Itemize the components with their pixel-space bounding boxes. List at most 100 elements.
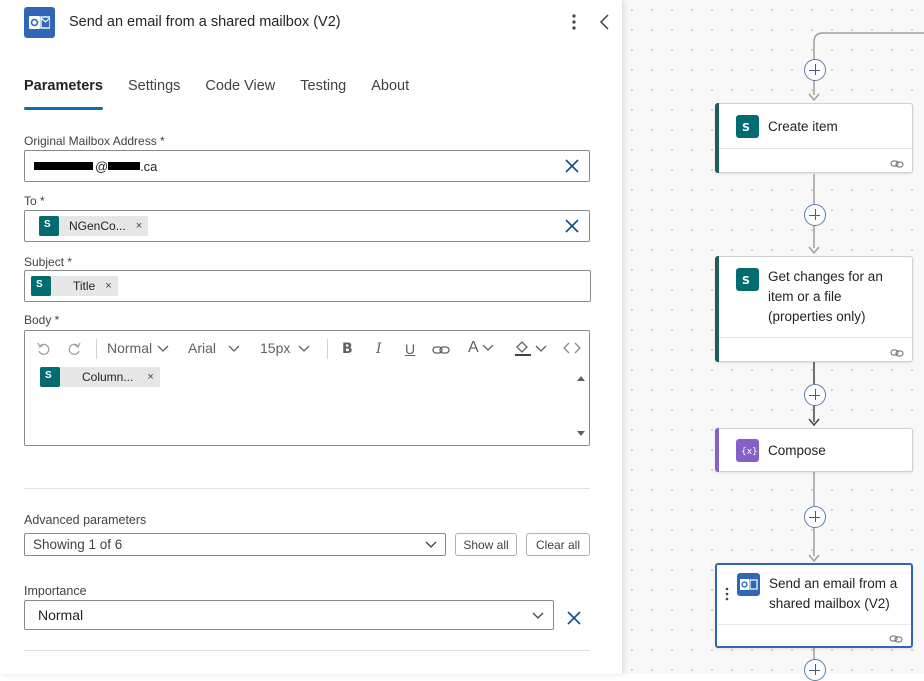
outlook-icon — [24, 7, 55, 38]
section-divider — [24, 488, 590, 489]
sharepoint-icon — [40, 367, 60, 387]
tab-parameters[interactable]: Parameters — [24, 78, 103, 110]
code-view-icon[interactable] — [563, 341, 581, 357]
outlook-icon — [737, 573, 760, 596]
flow-card-send-email[interactable]: Send an email from a shared mailbox (V2) — [715, 563, 913, 648]
token-label: Column... — [82, 370, 134, 384]
tab-testing[interactable]: Testing — [300, 78, 346, 108]
flow-card-get-changes[interactable]: S Get changes for an item or a file (pro… — [715, 256, 913, 362]
mailbox-at: @ — [95, 159, 109, 174]
link-icon — [890, 156, 904, 168]
add-step-button[interactable] — [804, 384, 826, 406]
importance-dropdown[interactable]: Normal — [24, 600, 554, 630]
importance-value: Normal — [38, 607, 84, 623]
token-label: NGenCo... — [69, 219, 126, 233]
remove-token-icon[interactable]: × — [136, 220, 142, 232]
to-label: To * — [24, 194, 45, 208]
mailbox-suffix: .ca — [140, 159, 158, 174]
undo-icon[interactable] — [36, 341, 52, 360]
body-token[interactable]: Column... × — [40, 367, 160, 387]
tab-code-view[interactable]: Code View — [205, 78, 275, 108]
card-accent — [715, 256, 719, 362]
remove-token-icon[interactable]: × — [147, 371, 153, 383]
section-divider — [24, 650, 590, 651]
chevron-down-icon — [532, 612, 544, 619]
sharepoint-icon — [39, 216, 59, 236]
italic-button[interactable]: I — [376, 341, 382, 357]
panel-title: Send an email from a shared mailbox (V2) — [69, 14, 341, 30]
to-field[interactable]: NGenCo... × — [24, 210, 590, 242]
font-size-value: 15px — [260, 340, 291, 356]
redo-icon[interactable] — [66, 341, 82, 360]
tab-about[interactable]: About — [371, 78, 409, 108]
card-accent — [715, 103, 719, 173]
card-title: Send an email from a shared mailbox (V2) — [769, 574, 897, 614]
drag-handle-icon[interactable] — [725, 587, 729, 606]
subject-field[interactable]: Title × — [24, 270, 591, 302]
card-title-line: Create item — [768, 119, 838, 134]
scroll-down-arrow[interactable] — [577, 431, 585, 436]
body-editor[interactable]: Normal Arial 15px B I U A Column... × — [24, 330, 590, 446]
to-token[interactable]: NGenCo... × — [39, 216, 149, 236]
clear-all-button[interactable]: Clear all — [526, 533, 590, 556]
paint-bucket-icon — [515, 341, 547, 356]
card-footer-divider — [718, 624, 911, 625]
link-icon[interactable] — [432, 343, 450, 359]
remove-token-icon[interactable]: × — [105, 280, 111, 292]
link-icon — [889, 631, 903, 643]
remove-parameter-icon[interactable] — [566, 610, 582, 626]
panel-header: Send an email from a shared mailbox (V2) — [0, 0, 622, 46]
card-title: Compose — [768, 441, 826, 461]
toolbar-divider — [327, 339, 328, 359]
panel-tabs: Parameters Settings Code View Testing Ab… — [24, 78, 434, 112]
svg-text:{x}: {x} — [741, 447, 758, 457]
highlight-color-button[interactable] — [514, 339, 548, 360]
card-title-line: Get changes for an — [768, 269, 883, 284]
font-color-button[interactable]: A — [468, 339, 494, 357]
mailbox-label: Original Mailbox Address * — [24, 134, 165, 148]
card-title-line: item or a file — [768, 289, 842, 304]
redacted-text — [34, 162, 93, 170]
link-icon — [890, 345, 904, 357]
font-dropdown[interactable]: Arial — [188, 340, 240, 356]
scroll-up-arrow[interactable] — [577, 376, 585, 381]
redacted-text — [108, 162, 140, 170]
compose-icon: {x} — [736, 439, 759, 462]
underline-button[interactable]: U — [405, 341, 415, 357]
card-accent — [715, 428, 719, 472]
svg-text:S: S — [742, 274, 750, 287]
clear-icon[interactable] — [564, 158, 580, 174]
add-step-button[interactable] — [804, 204, 826, 226]
card-title-line: shared mailbox (V2) — [769, 596, 890, 611]
flow-card-create-item[interactable]: S Create item — [715, 103, 913, 173]
chevron-down-icon — [228, 345, 240, 352]
chevron-down-icon — [157, 345, 169, 352]
font-color-label: A — [468, 339, 479, 356]
more-options-icon[interactable] — [567, 12, 581, 32]
collapse-panel-icon[interactable] — [598, 12, 612, 32]
card-title: Get changes for an item or a file (prope… — [768, 267, 883, 327]
add-step-button[interactable] — [804, 659, 826, 681]
card-title-line: (properties only) — [768, 309, 866, 324]
chevron-down-icon — [482, 344, 494, 351]
tab-settings[interactable]: Settings — [128, 78, 180, 108]
mailbox-field[interactable]: @ .ca — [24, 150, 590, 182]
show-all-button[interactable]: Show all — [455, 533, 517, 556]
card-footer-divider — [719, 337, 912, 338]
toolbar-divider — [96, 339, 97, 359]
add-step-button[interactable] — [804, 59, 826, 81]
token-label: Title — [73, 279, 96, 293]
flow-card-compose[interactable]: {x} Compose — [715, 428, 913, 472]
advanced-parameters-label: Advanced parameters — [24, 513, 147, 527]
body-label: Body * — [24, 313, 60, 327]
style-dropdown[interactable]: Normal — [107, 340, 169, 356]
bold-button[interactable]: B — [342, 341, 353, 357]
subject-token[interactable]: Title × — [31, 276, 118, 296]
add-step-button[interactable] — [804, 506, 826, 528]
importance-label: Importance — [24, 584, 87, 598]
font-size-dropdown[interactable]: 15px — [260, 340, 310, 356]
sharepoint-icon: S — [736, 268, 759, 291]
advanced-parameters-dropdown[interactable]: Showing 1 of 6 — [24, 533, 446, 556]
action-settings-panel: Send an email from a shared mailbox (V2)… — [0, 0, 622, 674]
clear-icon[interactable] — [564, 218, 580, 234]
